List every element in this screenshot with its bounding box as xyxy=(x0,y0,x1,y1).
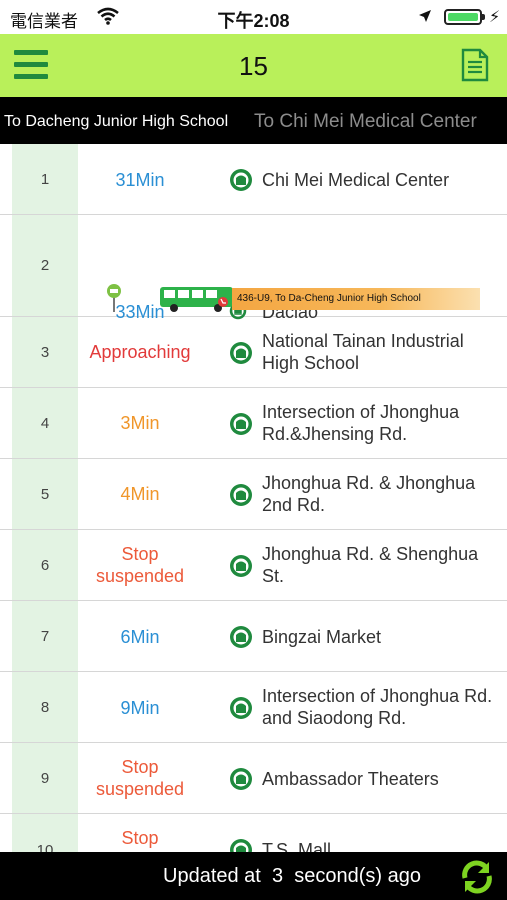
battery-icon xyxy=(444,9,482,25)
updated-status: Updated at 3 second(s) ago xyxy=(163,865,421,888)
list-item[interactable]: 10 Stop T.S. Mall xyxy=(0,814,507,852)
list-item[interactable]: 7 6Min Bingzai Market xyxy=(0,601,507,672)
list-item[interactable]: 9 Stop suspended Ambassador Theaters xyxy=(0,743,507,814)
list-item[interactable]: 3 Approaching National Tainan Industrial… xyxy=(0,317,507,388)
stop-number: 9 xyxy=(12,743,78,813)
eta-label: Approaching xyxy=(89,342,191,362)
eta-label: Stop suspended xyxy=(95,544,185,586)
charging-bolt-icon: ⚡ xyxy=(489,9,501,26)
bus-stop-icon xyxy=(230,342,252,364)
hamburger-menu-icon xyxy=(14,74,48,79)
stop-name: Jhonghua Rd. & Jhonghua 2nd Rd. xyxy=(262,473,476,515)
app-header: 15 xyxy=(0,34,507,97)
stop-number: 1 xyxy=(12,144,78,214)
stop-number: 7 xyxy=(12,601,78,671)
list-item[interactable]: 6 Stop suspended Jhonghua Rd. & Shenghua… xyxy=(0,530,507,601)
updated-suffix: second(s) ago xyxy=(294,865,421,887)
route-number-title: 15 xyxy=(239,51,268,81)
stop-list[interactable]: 1 31Min Chi Mei Medical Center 2 33Min D… xyxy=(0,144,507,852)
bus-stop-icon xyxy=(230,555,252,577)
hamburger-menu-icon xyxy=(14,50,48,55)
eta-label: 3Min xyxy=(120,413,160,433)
bus-stop-icon xyxy=(230,768,252,790)
direction-tabs: To Dacheng Junior High School To Chi Mei… xyxy=(0,97,507,144)
eta-label: 4Min xyxy=(120,484,160,504)
bus-stop-icon xyxy=(230,697,252,719)
stop-name: National Tainan Industrial High School xyxy=(262,331,464,373)
eta-label: 6Min xyxy=(120,627,160,647)
tab-to-chi-mei[interactable]: To Chi Mei Medical Center xyxy=(254,97,477,144)
bus-stop-icon xyxy=(230,839,252,852)
bus-position-indicator: 436-U9, To Da-Cheng Junior High School xyxy=(105,283,485,315)
menu-button[interactable] xyxy=(14,50,48,80)
stop-name: Jhonghua Rd. & Shenghua St. xyxy=(262,544,479,586)
bus-stop-icon xyxy=(230,626,252,648)
stop-name: T.S. Mall xyxy=(262,840,332,852)
bus-stop-sign-icon xyxy=(107,284,121,312)
bus-stop-icon xyxy=(230,484,252,506)
tab-to-dacheng[interactable]: To Dacheng Junior High School xyxy=(4,97,228,144)
stop-number: 8 xyxy=(12,672,78,742)
status-bar: 電信業者 下午2:08 ⚡ xyxy=(0,0,507,34)
bus-stop-icon xyxy=(230,169,252,191)
eta-label: 31Min xyxy=(115,170,165,190)
bus-icon xyxy=(160,287,233,312)
list-item[interactable]: 5 4Min Jhonghua Rd. & Jhonghua 2nd Rd. xyxy=(0,459,507,530)
hamburger-menu-icon xyxy=(14,62,48,67)
list-item[interactable]: 1 31Min Chi Mei Medical Center xyxy=(0,144,507,215)
stop-number: 4 xyxy=(12,388,78,458)
eta-label: Stop xyxy=(121,828,159,848)
bus-plate-label: 436-U9, To Da-Cheng Junior High School xyxy=(232,288,480,310)
eta-label: Stop suspended xyxy=(95,757,185,799)
stop-name: Intersection of Jhonghua Rd.&Jhensing Rd… xyxy=(262,402,460,444)
stop-number: 10 xyxy=(12,814,78,852)
location-arrow-icon xyxy=(419,10,431,22)
list-item[interactable]: 8 9Min Intersection of Jhonghua Rd. and … xyxy=(0,672,507,743)
stop-number: 3 xyxy=(12,317,78,387)
updated-seconds: 3 xyxy=(271,865,284,887)
list-item[interactable]: 2 33Min Daciao 436-U9, To Da-Cheng Junio… xyxy=(0,215,507,322)
update-bar: Updated at 3 second(s) ago xyxy=(0,852,507,900)
document-icon[interactable] xyxy=(461,48,489,82)
stop-number: 2 xyxy=(12,215,78,316)
bus-stop-icon xyxy=(230,413,252,435)
eta-label: 9Min xyxy=(120,698,160,718)
updated-prefix: Updated at xyxy=(163,865,261,887)
stop-name: Chi Mei Medical Center xyxy=(262,170,450,190)
refresh-icon[interactable] xyxy=(458,858,496,896)
list-item[interactable]: 4 3Min Intersection of Jhonghua Rd.&Jhen… xyxy=(0,388,507,459)
stop-name: Bingzai Market xyxy=(262,627,382,647)
stop-number: 6 xyxy=(12,530,78,600)
stop-name: Ambassador Theaters xyxy=(262,769,439,789)
battery-tip xyxy=(482,14,485,20)
stop-name: Intersection of Jhonghua Rd. and Siaodon… xyxy=(262,686,493,728)
stop-number: 5 xyxy=(12,459,78,529)
